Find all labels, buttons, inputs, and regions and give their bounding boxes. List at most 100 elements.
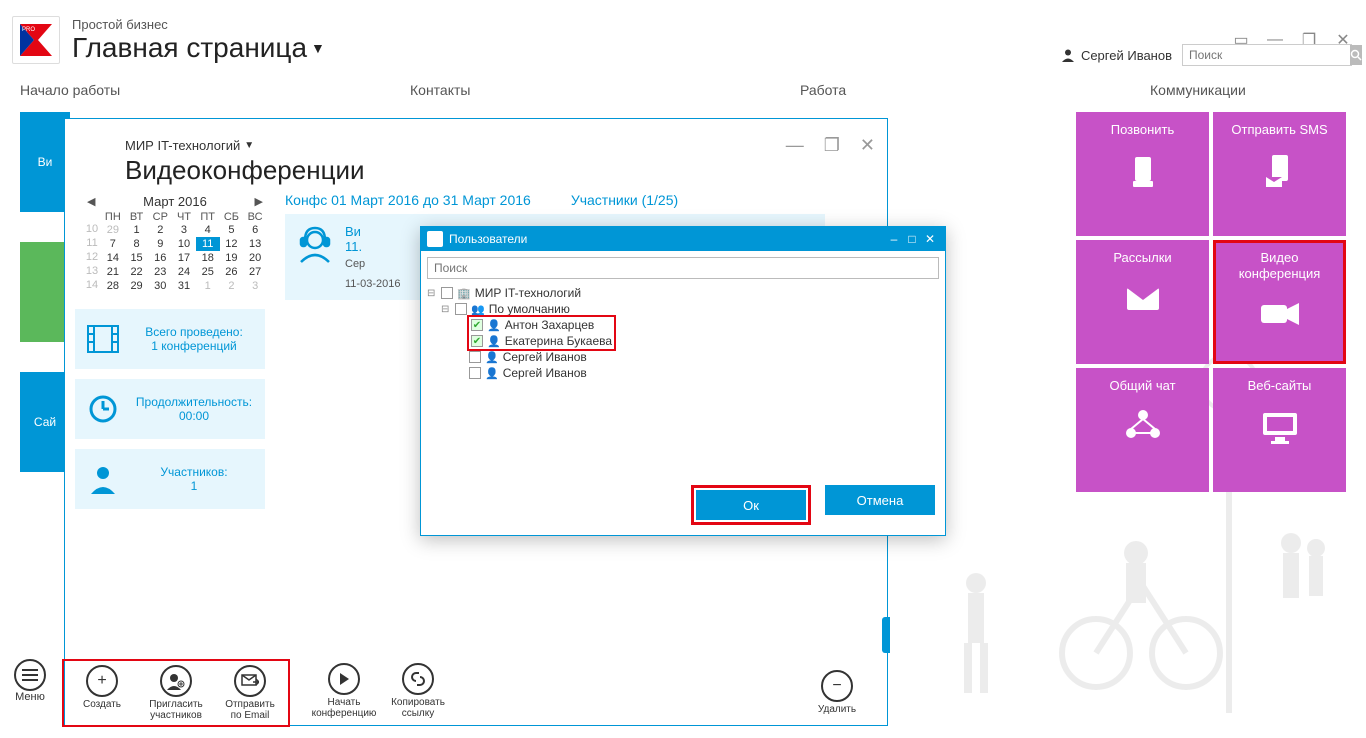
checkbox[interactable] xyxy=(455,303,467,315)
calendar-day[interactable]: 11 xyxy=(196,237,220,251)
tile-video-conference[interactable]: Видеоконференция xyxy=(1213,240,1346,364)
calendar-day[interactable]: 26 xyxy=(220,265,244,279)
calendar-day[interactable]: 12 xyxy=(220,237,244,251)
calendar-day[interactable]: 7 xyxy=(101,237,125,251)
calendar-day[interactable]: 14 xyxy=(101,251,125,265)
section-work: Работа xyxy=(800,82,930,98)
calendar-day[interactable]: 8 xyxy=(125,237,149,251)
calendar-day[interactable]: 25 xyxy=(196,265,220,279)
mail-icon xyxy=(1120,276,1166,322)
calendar-day[interactable]: 3 xyxy=(243,279,267,293)
tile-chat[interactable]: Общий чат xyxy=(1076,368,1209,492)
start-conference-button[interactable]: Начатьконференцию xyxy=(312,663,376,719)
left-tile-1[interactable]: Ви xyxy=(20,112,70,212)
calendar-day[interactable]: 2 xyxy=(148,223,172,237)
checkbox-checked[interactable]: ✔ xyxy=(471,319,483,331)
delete-button[interactable]: − Удалить xyxy=(805,670,869,715)
user-plus-icon xyxy=(160,665,192,697)
collapse-icon[interactable]: ⊟ xyxy=(441,304,451,315)
conf-range-link[interactable]: Конфс 01 Март 2016 до 31 Март 2016 xyxy=(285,192,531,208)
left-tile-3[interactable]: Сай xyxy=(20,372,70,472)
calendar-day[interactable]: 18 xyxy=(196,251,220,265)
cancel-button[interactable]: Отмена xyxy=(825,485,935,515)
building-icon: 🏢 xyxy=(457,287,471,300)
tree-org-node[interactable]: ⊟ 🏢 МИР IT-технологий xyxy=(427,285,939,301)
vc-maximize-icon[interactable]: ❐ xyxy=(824,135,840,156)
cal-prev[interactable]: ◀ xyxy=(87,195,95,208)
current-user[interactable]: Сергей Иванов xyxy=(1061,48,1172,63)
tree-user-node[interactable]: ✔ 👤 Екатерина Букаева xyxy=(471,333,612,349)
stat-duration: Продолжительность:00:00 xyxy=(75,379,265,439)
dialog-titlebar[interactable]: Пользователи – □ ✕ xyxy=(421,227,945,251)
invite-button[interactable]: Пригласитьучастников xyxy=(144,665,208,721)
side-handle[interactable] xyxy=(882,617,890,653)
group-icon xyxy=(1120,404,1166,450)
calendar-day[interactable]: 17 xyxy=(172,251,196,265)
calendar-day[interactable]: 20 xyxy=(243,251,267,265)
calendar-day[interactable]: 5 xyxy=(220,223,244,237)
caret-down-icon: ▼ xyxy=(311,40,325,56)
cal-next[interactable]: ▶ xyxy=(255,195,263,208)
menu-button[interactable]: Меню xyxy=(14,659,46,703)
calendar-day[interactable]: 16 xyxy=(148,251,172,265)
calendar-day[interactable]: 19 xyxy=(220,251,244,265)
dialog-search-input[interactable] xyxy=(427,257,939,279)
calendar-day[interactable]: 6 xyxy=(243,223,267,237)
calendar-day[interactable]: 1 xyxy=(125,223,149,237)
calendar-day[interactable]: 4 xyxy=(196,223,220,237)
dialog-minimize-icon[interactable]: – xyxy=(885,232,903,246)
copy-link-button[interactable]: Копироватьссылку xyxy=(386,663,450,719)
calendar-day[interactable]: 3 xyxy=(172,223,196,237)
calendar-day[interactable]: 2 xyxy=(220,279,244,293)
left-tile-2[interactable] xyxy=(20,242,70,342)
calendar-day[interactable]: 15 xyxy=(125,251,149,265)
checkbox[interactable] xyxy=(469,367,481,379)
section-comm: Коммуникации xyxy=(1150,82,1280,98)
tile-mailing[interactable]: Рассылки xyxy=(1076,240,1209,364)
ok-button[interactable]: Ок xyxy=(696,490,806,520)
cal-month[interactable]: Март 2016 xyxy=(143,194,207,209)
send-email-button[interactable]: Отправитьпо Email xyxy=(218,665,282,721)
dialog-close-icon[interactable]: ✕ xyxy=(921,232,939,246)
tile-sms[interactable]: Отправить SMS xyxy=(1213,112,1346,236)
calendar-day[interactable]: 24 xyxy=(172,265,196,279)
vc-minimize-icon[interactable]: — xyxy=(786,135,804,156)
calendar-day[interactable]: 29 xyxy=(125,279,149,293)
user-icon xyxy=(85,461,121,497)
checkbox[interactable] xyxy=(469,351,481,363)
create-button[interactable]: + Создать xyxy=(70,665,134,721)
calendar-day[interactable]: 23 xyxy=(148,265,172,279)
global-search[interactable] xyxy=(1182,44,1352,66)
search-input[interactable] xyxy=(1183,48,1350,62)
calendar-day[interactable]: 22 xyxy=(125,265,149,279)
monitor-icon xyxy=(1257,404,1303,450)
tile-websites[interactable]: Веб-сайты xyxy=(1213,368,1346,492)
tree-user-node[interactable]: 👤 Сергей Иванов xyxy=(427,365,939,381)
org-dropdown[interactable]: МИР IT-технологий ▼ xyxy=(125,138,254,153)
calendar-day[interactable]: 30 xyxy=(148,279,172,293)
dialog-maximize-icon[interactable]: □ xyxy=(903,232,921,246)
checkbox-checked[interactable]: ✔ xyxy=(471,335,483,347)
calendar-day[interactable]: 31 xyxy=(172,279,196,293)
collapse-icon[interactable]: ⊟ xyxy=(427,288,437,299)
calendar-day[interactable]: 21 xyxy=(101,265,125,279)
calendar-day[interactable]: 13 xyxy=(243,237,267,251)
tree-user-node[interactable]: 👤 Сергей Иванов xyxy=(427,349,939,365)
calendar-day[interactable]: 10 xyxy=(172,237,196,251)
calendar-day[interactable]: 29 xyxy=(101,223,125,237)
calendar-day[interactable]: 9 xyxy=(148,237,172,251)
page-title-dropdown[interactable]: Главная страница ▼ xyxy=(72,32,325,64)
calendar-day[interactable]: 1 xyxy=(196,279,220,293)
checkbox[interactable] xyxy=(441,287,453,299)
participants-link[interactable]: Участники (1/25) xyxy=(571,192,678,208)
calendar: ◀ Март 2016 ▶ ПНВТСРЧТПТСБВС102912345611… xyxy=(75,192,275,293)
calendar-day[interactable]: 28 xyxy=(101,279,125,293)
vc-close-icon[interactable]: ✕ xyxy=(860,135,875,156)
search-button[interactable] xyxy=(1350,45,1362,65)
tree-user-node[interactable]: ✔ 👤 Антон Захарцев xyxy=(471,317,612,333)
search-icon xyxy=(1350,49,1362,61)
envelope-arrow-icon xyxy=(234,665,266,697)
calendar-day[interactable]: 27 xyxy=(243,265,267,279)
tile-call[interactable]: Позвонить xyxy=(1076,112,1209,236)
users-dialog: Пользователи – □ ✕ ⊟ 🏢 МИР IT-технологий… xyxy=(420,226,946,536)
